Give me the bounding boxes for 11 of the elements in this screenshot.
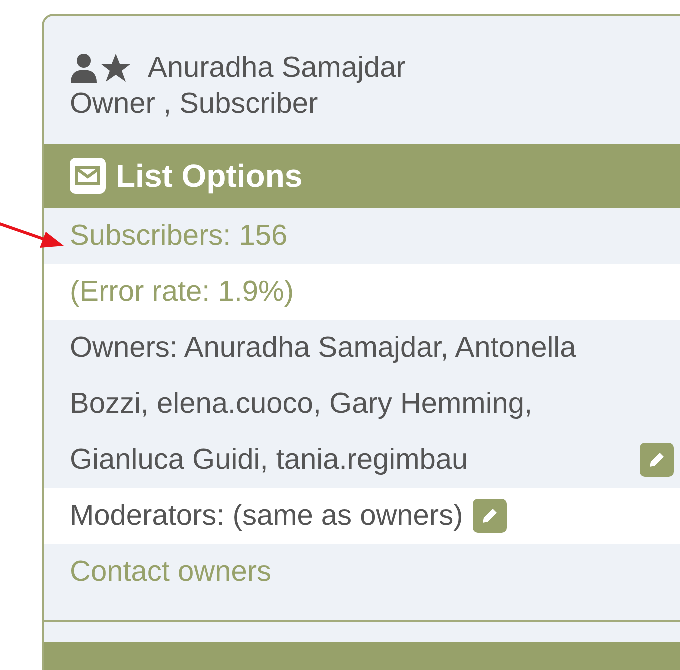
envelope-icon	[70, 158, 106, 194]
edit-button[interactable]	[640, 443, 674, 477]
pencil-icon	[647, 450, 667, 470]
info-text: Owners: Anuradha Samajdar, Antonella Bozzi, elena.cuoco, Gary Hemming, Gianluca Guidi, tania.regimbau	[70, 331, 578, 478]
link[interactable]: Subscribers: 156	[70, 208, 288, 264]
user-roles: Owner , Subscriber	[70, 88, 318, 120]
edit-button[interactable]	[473, 499, 508, 533]
info-text: Moderators: (same as owners)	[70, 499, 464, 534]
link[interactable]: Contact owners	[70, 544, 272, 600]
section-title: List Options	[116, 158, 303, 194]
user-name: Anuradha Samajdar	[148, 51, 406, 86]
